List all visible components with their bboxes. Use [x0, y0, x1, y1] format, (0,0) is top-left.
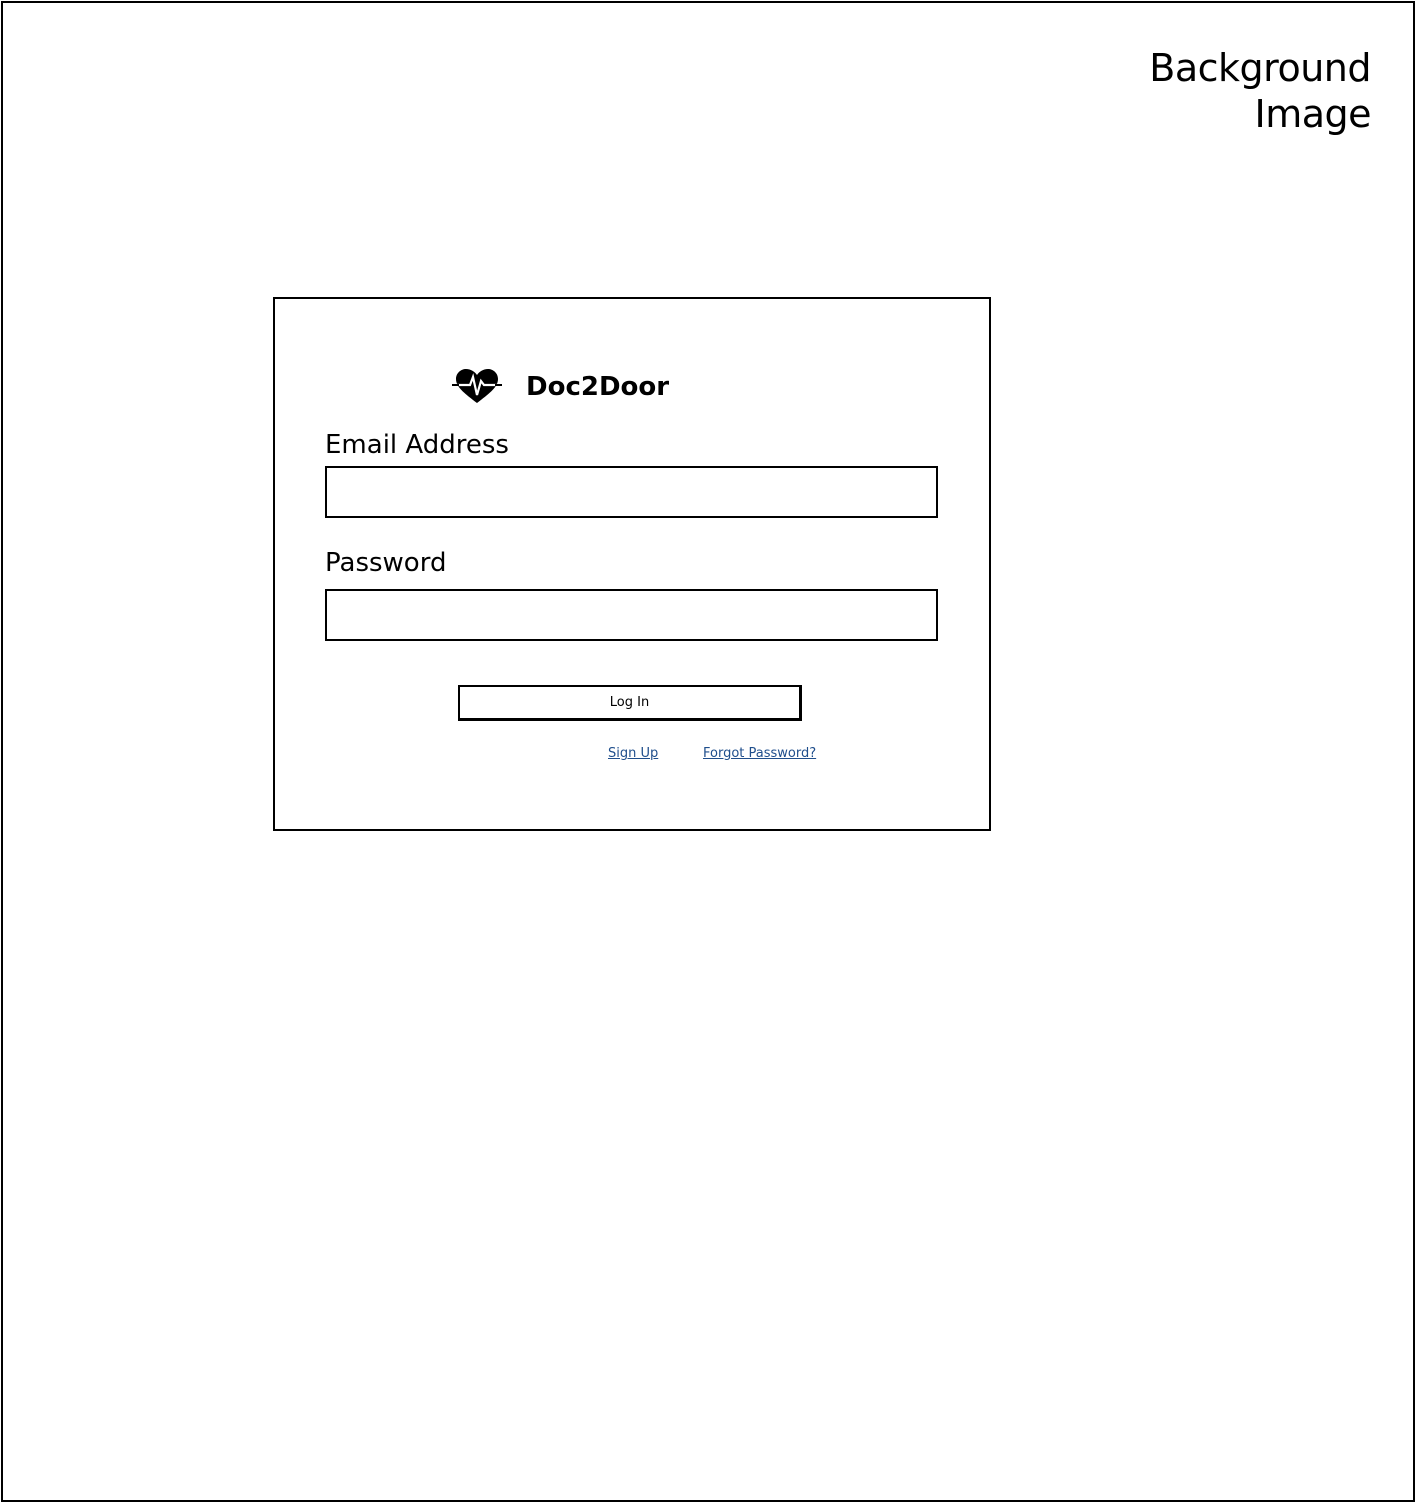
- login-button[interactable]: Log In: [458, 685, 802, 721]
- email-field[interactable]: [325, 466, 938, 518]
- heart-pulse-icon: [452, 369, 502, 403]
- page-frame: Background Image Doc2Door Email Address …: [1, 1, 1415, 1502]
- login-card: Doc2Door Email Address Password Log In S…: [273, 297, 991, 831]
- background-image-caption: Background Image: [1149, 46, 1371, 136]
- sign-up-link[interactable]: Sign Up: [608, 745, 658, 763]
- brand: Doc2Door: [452, 367, 669, 407]
- forgot-password-link[interactable]: Forgot Password?: [703, 745, 816, 763]
- brand-name: Doc2Door: [526, 372, 670, 402]
- password-field[interactable]: [325, 589, 938, 641]
- password-label: Password: [325, 548, 447, 578]
- email-label: Email Address: [325, 430, 509, 460]
